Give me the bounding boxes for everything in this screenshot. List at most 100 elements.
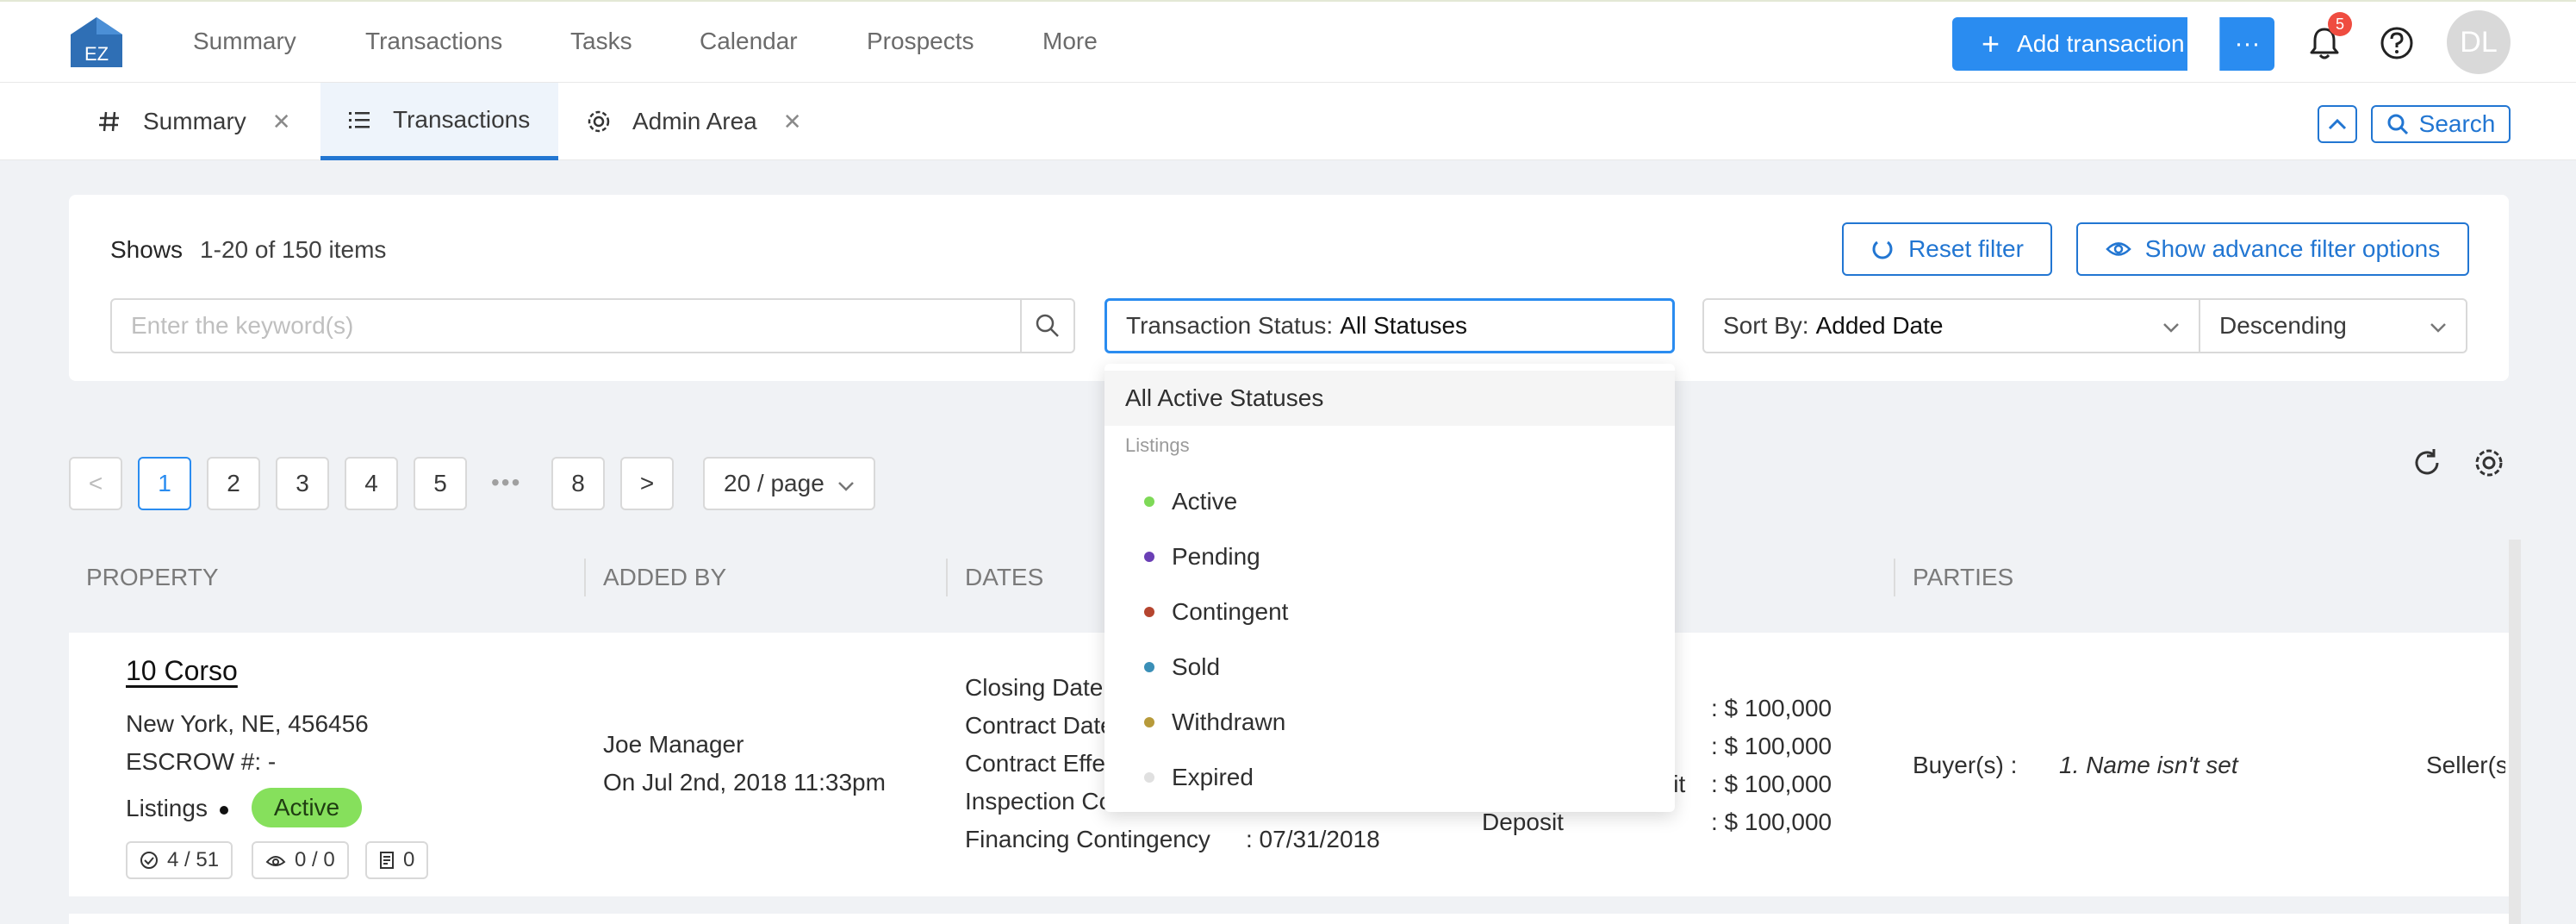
tab-transactions[interactable]: Transactions (320, 83, 558, 160)
nav-more[interactable]: More (1042, 28, 1098, 55)
added-on-date: On Jul 2nd, 2018 11:33pm (603, 769, 886, 796)
views-chip[interactable]: 0 / 0 (252, 841, 349, 879)
nav-tasks[interactable]: Tasks (570, 28, 632, 55)
status-value: All Statuses (1340, 312, 1468, 339)
added-by-name: Joe Manager (603, 731, 744, 758)
option-label: Contingent (1172, 598, 1289, 625)
option-withdrawn[interactable]: Withdrawn (1104, 695, 1675, 750)
help-icon[interactable] (2378, 24, 2416, 62)
date-label: Contract Date (965, 712, 1114, 739)
settings-icon[interactable] (2473, 446, 2505, 479)
close-icon[interactable]: ✕ (783, 109, 802, 135)
status-dot (1144, 607, 1154, 617)
sort-order-value: Descending (2219, 312, 2347, 339)
status-dot (1144, 552, 1154, 562)
tab-admin-area[interactable]: Admin Area ✕ (586, 83, 844, 160)
page-1-button[interactable]: 1 (138, 457, 191, 510)
horizontal-scroll-edge[interactable] (2509, 540, 2521, 924)
add-transaction-button[interactable]: + Add transaction (1952, 17, 2187, 71)
advanced-filter-button[interactable]: Show advance filter options (2076, 222, 2469, 276)
column-divider (584, 559, 586, 596)
option-all-active-statuses[interactable]: All Active Statuses (1104, 371, 1675, 426)
column-parties[interactable]: PARTIES (1913, 564, 2013, 591)
option-expired[interactable]: Expired (1104, 750, 1675, 805)
option-sold[interactable]: Sold (1104, 640, 1675, 695)
amount-value: : $ 100,000 (1711, 808, 1832, 835)
nav-prospects[interactable]: Prospects (867, 28, 974, 55)
chevron-down-icon (2430, 323, 2446, 333)
page-8-button[interactable]: 8 (551, 457, 605, 510)
reset-filter-button[interactable]: Reset filter (1842, 222, 2052, 276)
tab-summary-label: Summary (143, 108, 246, 134)
list-icon (349, 111, 370, 128)
nav-summary[interactable]: Summary (193, 28, 296, 55)
page-4-button[interactable]: 4 (345, 457, 398, 510)
prev-page-button[interactable]: < (69, 457, 122, 510)
option-contingent[interactable]: Contingent (1104, 584, 1675, 640)
items-count: Shows 1-20 of 150 items (110, 236, 386, 264)
page-2-button[interactable]: 2 (207, 457, 260, 510)
column-divider (1894, 559, 1895, 596)
sort-order-select[interactable]: Descending (2199, 298, 2467, 353)
search-icon (1036, 314, 1059, 337)
nav-transactions[interactable]: Transactions (365, 28, 502, 55)
date-label: Inspection Co (965, 788, 1113, 815)
keyword-search-button[interactable] (1020, 298, 1075, 353)
user-avatar[interactable]: DL (2447, 10, 2511, 74)
add-transaction-more-button[interactable]: ··· (2219, 17, 2274, 71)
ez-logo-icon[interactable]: EZ (69, 16, 124, 69)
sort-by-select[interactable]: Sort By: Added Date (1702, 298, 2200, 353)
tab-summary[interactable]: Summary ✕ (96, 83, 300, 160)
document-icon (380, 852, 394, 869)
option-label: Active (1172, 488, 1238, 515)
close-icon[interactable]: ✕ (272, 109, 291, 135)
property-title-link[interactable]: 10 Corso (126, 655, 238, 687)
keyword-input[interactable]: Enter the keyword(s) (110, 298, 1022, 353)
chevron-up-icon (2328, 118, 2347, 130)
documents-chip[interactable]: 0 (365, 841, 429, 879)
option-active[interactable]: Active (1104, 474, 1675, 529)
sort-value: Added Date (1815, 312, 1944, 339)
transaction-status-select[interactable]: Transaction Status: All Statuses (1104, 298, 1675, 353)
plus-icon: + (1982, 26, 2000, 61)
column-property[interactable]: PROPERTY (86, 564, 219, 591)
collapse-button[interactable] (2318, 105, 2357, 143)
pagination-ellipsis[interactable]: ••• (491, 469, 521, 496)
next-page-button[interactable]: > (620, 457, 674, 510)
option-label: Withdrawn (1172, 709, 1286, 735)
option-pending[interactable]: Pending (1104, 529, 1675, 584)
page-5-button[interactable]: 5 (414, 457, 467, 510)
refresh-icon[interactable] (2411, 446, 2443, 479)
listing-type: Listings (126, 795, 240, 822)
buyer-name: 1. Name isn't set (2059, 752, 2238, 778)
items-range: 1-20 of 150 items (200, 236, 387, 263)
gear-icon (588, 110, 610, 133)
top-navigation-bar: EZ Summary Transactions Tasks Calendar P… (0, 0, 2576, 83)
tasks-chip[interactable]: 4 / 51 (126, 841, 233, 879)
option-group-listings: Listings (1125, 434, 1190, 456)
date-label: Financing Contingency (965, 826, 1210, 852)
amount-value: : $ 100,000 (1711, 695, 1832, 721)
option-label: Pending (1172, 543, 1260, 570)
reset-filter-label: Reset filter (1908, 235, 2024, 262)
search-button[interactable]: Search (2371, 105, 2511, 143)
column-divider (946, 559, 948, 596)
escrow-number: ESCROW #: - (126, 748, 277, 775)
cloud-eye-icon (265, 856, 286, 866)
documents-count: 0 (403, 848, 415, 871)
page-size-select[interactable]: 20 / page (703, 457, 875, 510)
chevron-down-icon (2163, 323, 2179, 333)
table-row[interactable] (69, 914, 2509, 924)
column-dates[interactable]: DATES (965, 564, 1043, 591)
tab-transactions-label: Transactions (393, 105, 531, 133)
status-dot (1144, 717, 1154, 727)
nav-calendar[interactable]: Calendar (700, 28, 798, 55)
amount-value: : $ 100,000 (1711, 771, 1832, 797)
column-added-by[interactable]: ADDED BY (603, 564, 726, 591)
status-dot (1144, 662, 1154, 672)
logo-text: EZ (84, 43, 109, 65)
option-label: Sold (1172, 653, 1221, 680)
tab-admin-area-label: Admin Area (632, 108, 757, 134)
date-label: Contract Effe (965, 750, 1105, 777)
page-3-button[interactable]: 3 (276, 457, 329, 510)
